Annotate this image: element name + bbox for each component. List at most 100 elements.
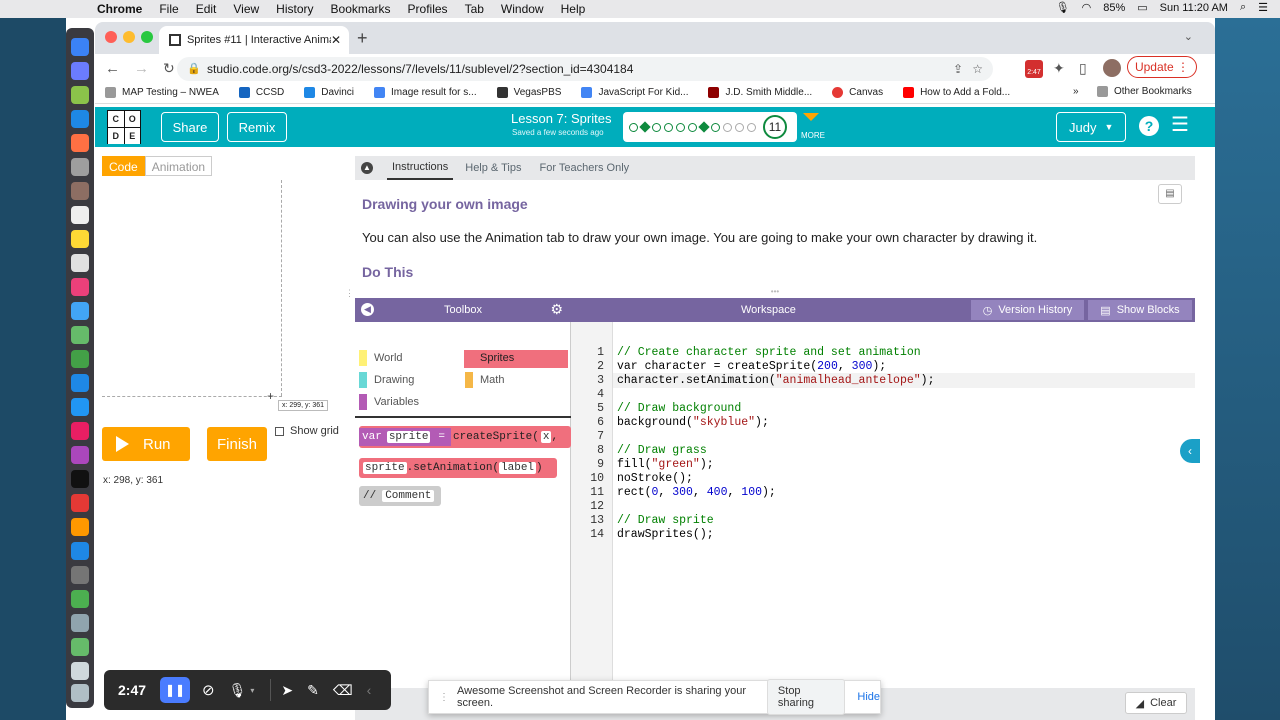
- lesson-title[interactable]: Lesson 7: Sprites: [511, 111, 611, 126]
- bookmark-image-result[interactable]: Image result for s...: [374, 87, 477, 98]
- hamburger-menu-icon[interactable]: ☰: [1171, 115, 1189, 135]
- code-line[interactable]: fill("green");: [617, 458, 714, 472]
- notes-icon[interactable]: [71, 182, 89, 200]
- block-comment[interactable]: // Comment: [359, 486, 441, 506]
- update-button[interactable]: Update ⋮: [1127, 56, 1197, 78]
- lock-icon[interactable]: 🔒: [187, 57, 201, 81]
- text-to-speech-icon[interactable]: ▤: [1158, 184, 1182, 204]
- show-blocks-button[interactable]: ▤ Show Blocks: [1088, 300, 1192, 320]
- menubar-item-profiles[interactable]: Profiles: [408, 2, 448, 16]
- collapse-recorder-icon[interactable]: ‹: [367, 682, 372, 698]
- level-bubble[interactable]: [676, 122, 685, 132]
- stop-sharing-button[interactable]: Stop sharing: [766, 679, 846, 715]
- code-line[interactable]: // Draw background: [617, 402, 741, 416]
- app-store-icon[interactable]: [71, 542, 89, 560]
- news-icon[interactable]: [71, 494, 89, 512]
- photo-booth-icon[interactable]: [71, 278, 89, 296]
- category-sprites[interactable]: Sprites: [464, 350, 568, 368]
- microphone-icon[interactable]: 🎙: [229, 682, 247, 699]
- system-preferences-icon[interactable]: [71, 566, 89, 584]
- level-bubble[interactable]: [723, 122, 732, 132]
- books-icon[interactable]: [71, 518, 89, 536]
- screen-recorder-icon[interactable]: [71, 638, 89, 656]
- clear-button[interactable]: ◢ Clear: [1125, 692, 1187, 714]
- browser-tab[interactable]: Sprites #11 | Interactive Animat ✕: [159, 26, 349, 54]
- chrome-icon[interactable]: [71, 590, 89, 608]
- share-page-icon[interactable]: ⇪: [953, 57, 963, 81]
- podcasts-icon[interactable]: [71, 446, 89, 464]
- run-button[interactable]: Run: [102, 427, 190, 461]
- collapse-instructions-icon[interactable]: ▲: [361, 162, 373, 174]
- share-button[interactable]: Share: [161, 112, 219, 142]
- code-line[interactable]: background("skyblue");: [617, 416, 769, 430]
- bookmark-jd-smith[interactable]: J.D. Smith Middle...: [708, 87, 812, 98]
- tab-instructions[interactable]: Instructions: [387, 156, 454, 180]
- pages-icon[interactable]: [71, 398, 89, 416]
- back-icon[interactable]: ←: [105, 60, 120, 77]
- resize-grip-icon[interactable]: ⋮: [345, 288, 354, 299]
- pen-tool-icon[interactable]: ✎: [307, 682, 319, 699]
- text-edit-icon[interactable]: [71, 254, 89, 272]
- code-line[interactable]: // Draw sprite: [617, 514, 714, 528]
- collapse-toolbox-icon[interactable]: ◀: [361, 303, 374, 316]
- firefox-icon[interactable]: [71, 134, 89, 152]
- bookmark-map-testing[interactable]: MAP Testing – NWEA: [105, 87, 219, 98]
- level-bubble[interactable]: [652, 122, 661, 132]
- category-variables[interactable]: Variables: [374, 396, 419, 408]
- more-bookmarks-icon[interactable]: »: [1073, 86, 1079, 97]
- maximize-window-icon[interactable]: [141, 31, 153, 43]
- level-bubble[interactable]: [735, 122, 744, 132]
- code-editor[interactable]: // Create character sprite and set anima…: [613, 322, 1195, 688]
- microphone-icon[interactable]: 🎙: [1056, 1, 1070, 14]
- extension-recorder-icon[interactable]: 2:47: [1025, 60, 1043, 78]
- camera-off-icon[interactable]: ⊘: [202, 681, 215, 699]
- menubar-item-tab[interactable]: Tab: [465, 2, 484, 16]
- block-create-sprite[interactable]: var sprite = createSprite( x ,: [359, 426, 571, 448]
- new-tab-icon[interactable]: +: [357, 28, 368, 49]
- code-line[interactable]: noStroke();: [617, 472, 693, 486]
- show-grid-control[interactable]: Show grid: [275, 425, 339, 437]
- rocket-icon[interactable]: [71, 86, 89, 104]
- reload-icon[interactable]: ↻: [163, 60, 175, 77]
- tab-for-teachers[interactable]: For Teachers Only: [540, 162, 630, 174]
- menubar-app-name[interactable]: Chrome: [97, 2, 142, 16]
- calendar-icon[interactable]: [71, 206, 89, 224]
- instructions-resize-handle[interactable]: •••: [355, 288, 1195, 298]
- numbers-icon[interactable]: [71, 350, 89, 368]
- stickies-icon[interactable]: [71, 230, 89, 248]
- trash-icon[interactable]: [71, 684, 89, 702]
- menubar-item-file[interactable]: File: [159, 2, 178, 16]
- hide-sharing-notice-button[interactable]: Hide: [857, 691, 880, 703]
- messages-icon[interactable]: [71, 302, 89, 320]
- sidebar-icon[interactable]: ▯: [1079, 60, 1087, 77]
- category-drawing[interactable]: Drawing: [374, 374, 414, 386]
- current-level-bubble[interactable]: 11: [763, 115, 787, 139]
- clock[interactable]: Sun 11:20 AM: [1160, 2, 1228, 14]
- menubar-item-view[interactable]: View: [233, 2, 259, 16]
- version-history-button[interactable]: ◷ Version History: [971, 300, 1084, 320]
- menubar-item-edit[interactable]: Edit: [196, 2, 217, 16]
- pause-recording-icon[interactable]: ❚❚: [160, 677, 191, 703]
- category-world[interactable]: World: [374, 352, 403, 364]
- music-icon[interactable]: [71, 422, 89, 440]
- menubar-item-help[interactable]: Help: [561, 2, 586, 16]
- show-grid-checkbox[interactable]: [275, 426, 284, 436]
- collapse-panel-icon[interactable]: ‹: [1180, 439, 1200, 463]
- animation-tab[interactable]: Animation: [144, 156, 213, 176]
- bookmark-add-folder[interactable]: How to Add a Fold...: [903, 87, 1010, 98]
- more-arrow-icon[interactable]: [803, 113, 819, 121]
- code-line[interactable]: drawSprites();: [617, 528, 714, 542]
- bookmark-davinci[interactable]: Davinci: [304, 87, 354, 98]
- menubar-item-history[interactable]: History: [276, 2, 313, 16]
- bookmark-vegaspbs[interactable]: VegasPBS: [496, 87, 561, 98]
- level-bubble[interactable]: [688, 122, 697, 132]
- apple-tv-icon[interactable]: [71, 470, 89, 488]
- tab-search-chevron-icon[interactable]: ⌄: [1184, 30, 1193, 43]
- downloads-icon[interactable]: [71, 662, 89, 680]
- photos-icon[interactable]: [71, 158, 89, 176]
- profile-avatar[interactable]: [1103, 59, 1121, 77]
- pointer-tool-icon[interactable]: ➤: [281, 682, 293, 699]
- minimize-window-icon[interactable]: [123, 31, 135, 43]
- eraser-tool-icon[interactable]: ⌫: [333, 682, 353, 699]
- tab-help-tips[interactable]: Help & Tips: [465, 162, 521, 174]
